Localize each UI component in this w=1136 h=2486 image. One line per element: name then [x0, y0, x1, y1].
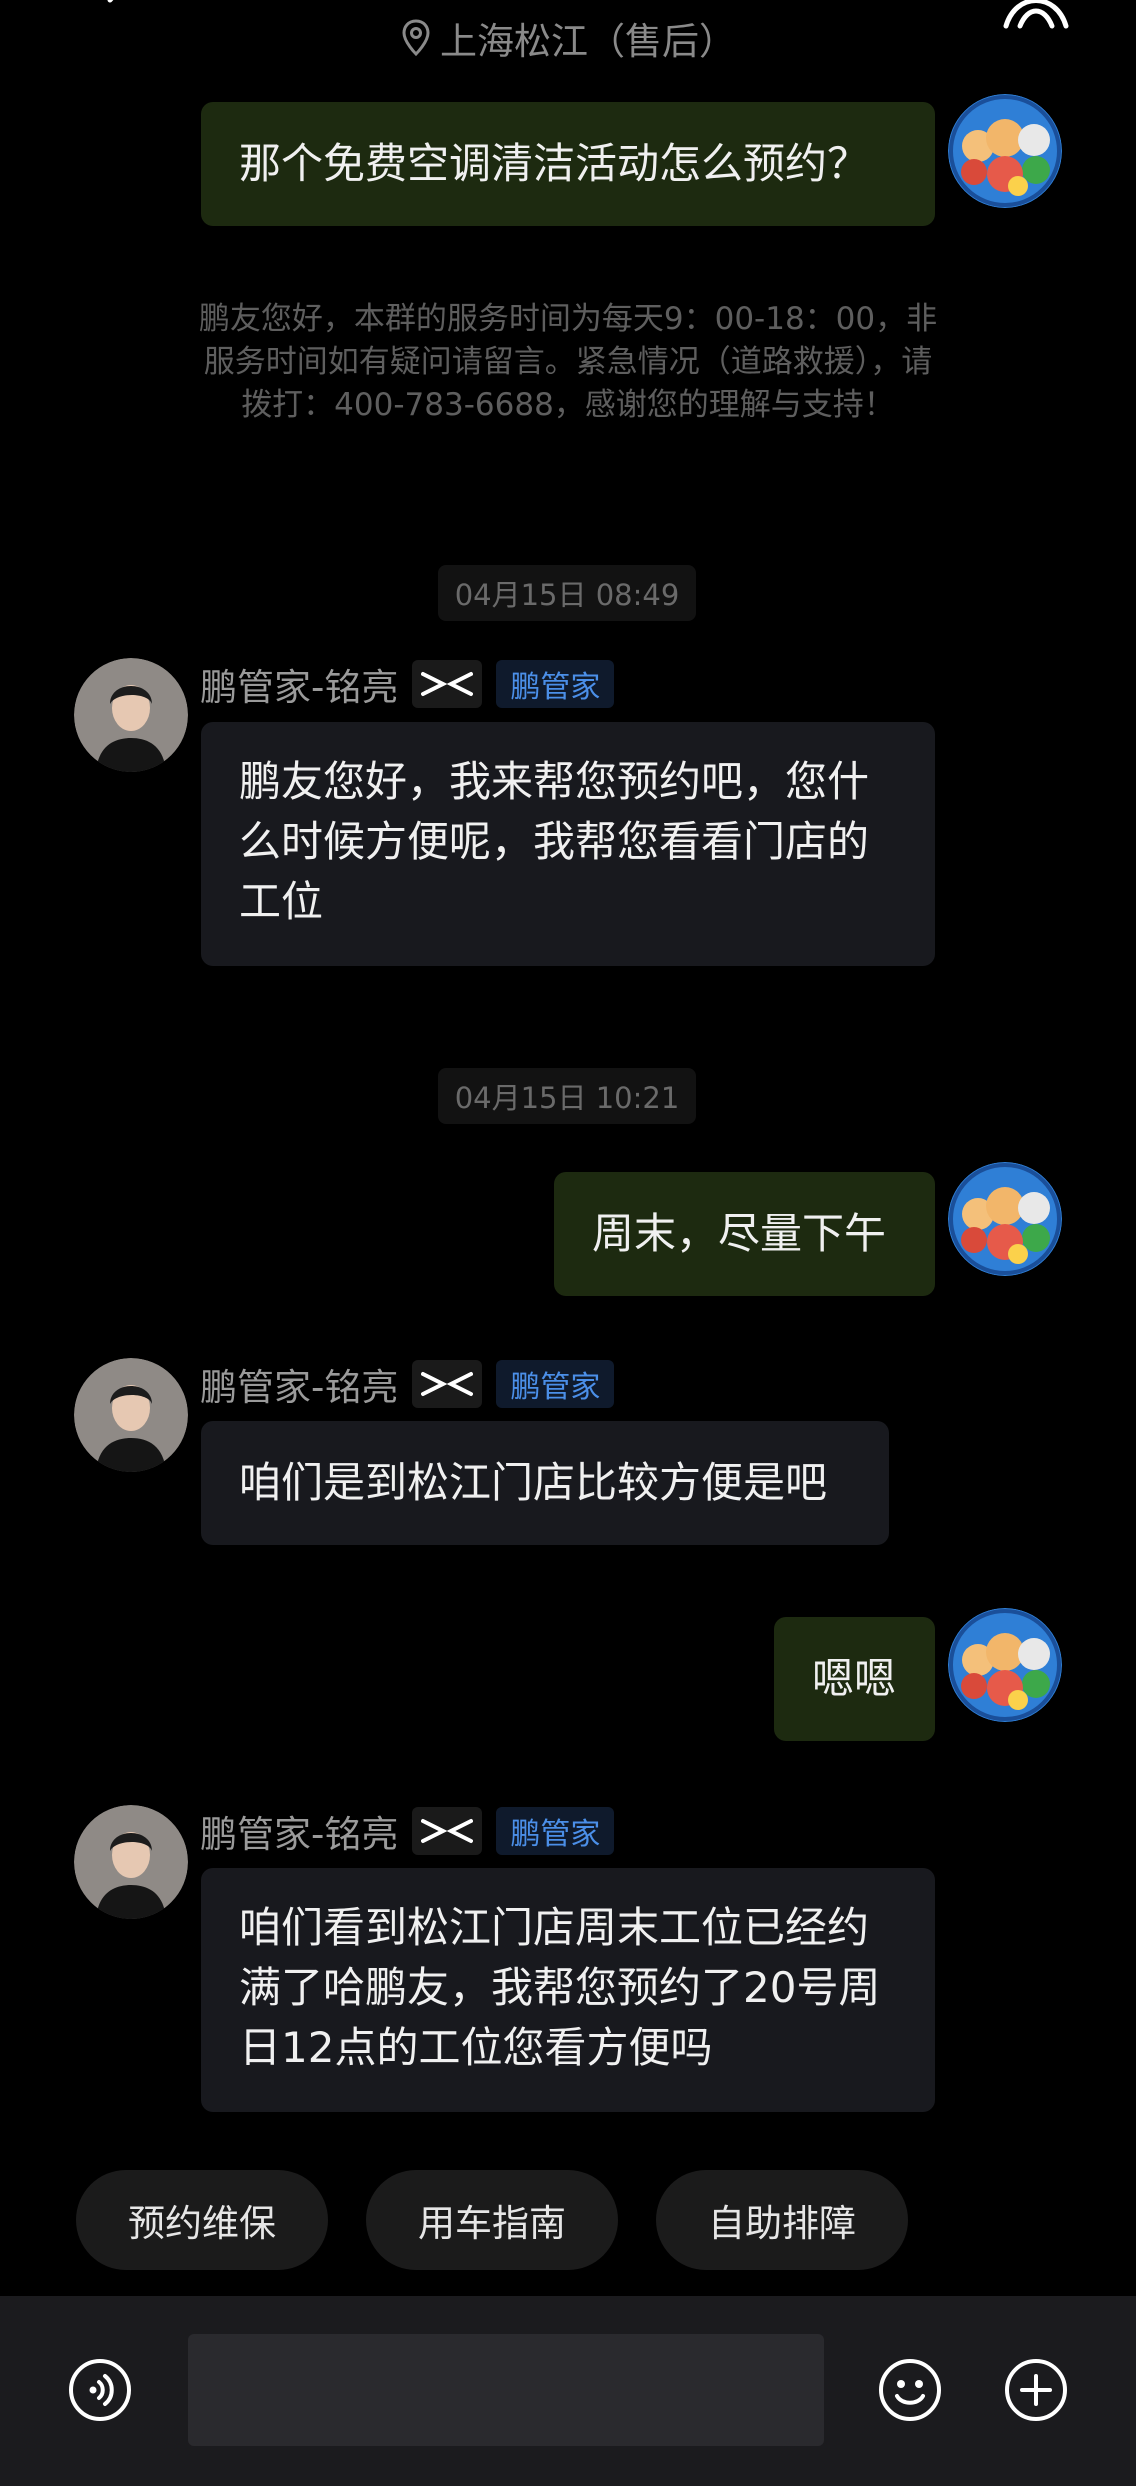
user-message-bubble[interactable]: 嗯嗯: [774, 1617, 935, 1741]
user-avatar[interactable]: [948, 1162, 1062, 1276]
user-avatar[interactable]: [948, 94, 1062, 208]
agent-message-text: 鹏友您好，我来帮您预约吧，您什么时候方便呢，我帮您看看门店的工位: [239, 757, 870, 926]
location-label: 上海松江（售后）: [440, 20, 736, 63]
xpeng-logo-icon: [412, 1360, 483, 1408]
user-avatar[interactable]: [948, 1608, 1062, 1722]
xpeng-logo-icon: [412, 660, 483, 708]
timestamp: 04月15日 08:49: [438, 565, 696, 621]
user-message-bubble[interactable]: 周末，尽量下午: [554, 1172, 935, 1296]
emoji-icon[interactable]: [877, 2357, 943, 2423]
sender-name: 鹏管家-铭亮: [200, 666, 399, 709]
role-badge: 鹏管家: [496, 1360, 615, 1408]
agent-message-text: 咱们看到松江门店周末工位已经约满了哈鹏友，我帮您预约了20号周日12点的工位您看…: [239, 1903, 881, 2072]
agent-message-bubble[interactable]: 咱们看到松江门店周末工位已经约满了哈鹏友，我帮您预约了20号周日12点的工位您看…: [201, 1868, 935, 2112]
plus-icon[interactable]: [1003, 2357, 1069, 2423]
user-message-text: 周末，尽量下午: [592, 1209, 887, 1258]
xpeng-logo-icon: [412, 1807, 483, 1855]
sender-name: 鹏管家-铭亮: [200, 1813, 399, 1856]
agent-avatar[interactable]: [74, 1805, 188, 1919]
quick-reply-guide[interactable]: 用车指南: [366, 2170, 618, 2270]
sender-row: 鹏管家-铭亮 鹏管家: [200, 658, 615, 710]
agent-avatar[interactable]: [74, 1358, 188, 1472]
user-message-text: 嗯嗯: [812, 1654, 897, 1703]
agent-avatar[interactable]: [74, 658, 188, 772]
voice-icon[interactable]: [67, 2357, 133, 2423]
location-pin-icon: [402, 19, 430, 57]
service-hours-notice: 鹏友您好，本群的服务时间为每天9：00-18：00，非服务时间如有疑问请留言。紧…: [198, 301, 938, 423]
agent-message-text: 咱们是到松江门店比较方便是吧: [239, 1458, 828, 1507]
role-badge: 鹏管家: [496, 660, 615, 708]
agent-message-bubble[interactable]: 鹏友您好，我来帮您预约吧，您什么时候方便呢，我帮您看看门店的工位: [201, 722, 935, 966]
user-message-bubble[interactable]: 那个免费空调清洁活动怎么预约？: [201, 102, 935, 226]
sender-name: 鹏管家-铭亮: [200, 1366, 399, 1409]
user-message-text: 那个免费空调清洁活动怎么预约？: [239, 139, 870, 188]
quick-reply-maintenance[interactable]: 预约维保: [76, 2170, 328, 2270]
quick-reply-troubleshoot[interactable]: 自助排障: [656, 2170, 908, 2270]
header-location: 上海松江（售后）: [0, 8, 1136, 68]
timestamp: 04月15日 10:21: [438, 1068, 696, 1124]
more-icon[interactable]: [1000, 0, 1072, 36]
sender-row: 鹏管家-铭亮 鹏管家: [200, 1358, 615, 1410]
sender-row: 鹏管家-铭亮 鹏管家: [200, 1805, 615, 1857]
message-input[interactable]: [188, 2334, 824, 2446]
agent-message-bubble[interactable]: 咱们是到松江门店比较方便是吧: [201, 1421, 889, 1545]
role-badge: 鹏管家: [496, 1807, 615, 1855]
